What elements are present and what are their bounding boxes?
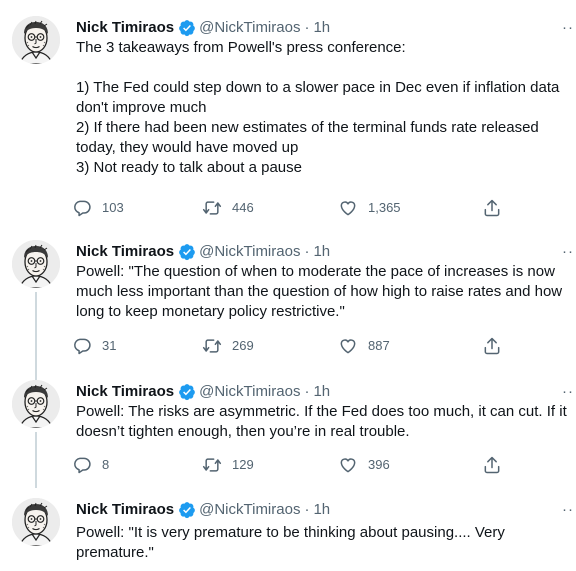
tweet-text: Powell: The risks are asymmetric. If the… xyxy=(76,403,571,440)
tweet-header: Nick Timiraos @NickTimiraos · 1h xyxy=(76,18,330,38)
verified-badge-icon xyxy=(179,502,195,519)
tweet-actions: 8 129 396 xyxy=(72,453,512,477)
tweet-time[interactable]: 1h xyxy=(313,18,330,38)
retweet-count: 129 xyxy=(232,457,254,472)
separator: · xyxy=(304,501,310,518)
share-icon xyxy=(484,199,500,217)
more-options-icon[interactable]: ·· xyxy=(562,500,574,520)
avatar-portrait xyxy=(12,498,60,546)
retweet-icon xyxy=(202,201,222,215)
author-name[interactable]: Nick Timiraos xyxy=(76,382,174,402)
avatar[interactable] xyxy=(12,380,60,428)
share-button[interactable] xyxy=(482,196,512,220)
retweet-count: 269 xyxy=(232,338,254,353)
avatar-portrait xyxy=(12,16,60,64)
tweet-time[interactable]: 1h xyxy=(313,242,330,262)
like-button[interactable]: 1,365 xyxy=(338,196,401,220)
more-options-icon[interactable]: ·· xyxy=(562,18,574,38)
heart-icon xyxy=(340,458,356,473)
verified-badge-icon xyxy=(179,20,195,37)
reply-button[interactable]: 103 xyxy=(72,196,124,220)
tweet-header: Nick Timiraos @NickTimiraos · 1h xyxy=(76,500,330,520)
reply-count: 31 xyxy=(102,338,117,353)
avatar[interactable] xyxy=(12,240,60,288)
avatar-portrait xyxy=(12,380,60,428)
reply-icon xyxy=(74,338,91,355)
reply-button[interactable]: 8 xyxy=(72,453,109,477)
like-count: 887 xyxy=(368,338,390,353)
tweet-text: Powell: "The question of when to moderat… xyxy=(76,263,567,320)
tweet-header: Nick Timiraos @NickTimiraos · 1h xyxy=(76,382,330,402)
retweet-count: 446 xyxy=(232,200,254,215)
avatar[interactable] xyxy=(12,16,60,64)
heart-icon xyxy=(340,339,356,354)
author-handle[interactable]: @NickTimiraos xyxy=(199,18,300,38)
retweet-button[interactable]: 129 xyxy=(202,453,254,477)
retweet-icon xyxy=(202,458,222,472)
reply-icon xyxy=(74,200,91,217)
separator: · xyxy=(304,243,310,260)
verified-badge-icon xyxy=(179,384,195,401)
tweet-text: The 3 takeaways from Powell's press conf… xyxy=(76,39,560,176)
tweet-time[interactable]: 1h xyxy=(313,382,330,402)
author-name[interactable]: Nick Timiraos xyxy=(76,242,174,262)
heart-icon xyxy=(340,201,356,216)
more-options-icon[interactable]: ·· xyxy=(562,242,574,262)
reply-button[interactable]: 31 xyxy=(72,334,116,358)
like-button[interactable]: 887 xyxy=(338,334,390,358)
tweet-actions: 103 446 1,365 xyxy=(72,196,512,220)
separator: · xyxy=(304,19,310,36)
tweet-actions: 31 269 887 xyxy=(72,334,512,358)
verified-badge-icon xyxy=(179,244,195,261)
separator: · xyxy=(304,383,310,400)
reply-count: 8 xyxy=(102,457,110,472)
share-button[interactable] xyxy=(482,334,512,358)
retweet-button[interactable]: 269 xyxy=(202,334,254,358)
author-name[interactable]: Nick Timiraos xyxy=(76,18,174,38)
share-button[interactable] xyxy=(482,453,512,477)
tweet-text: Powell: "It is very premature to be thin… xyxy=(76,524,510,561)
thread-line xyxy=(35,432,37,488)
like-count: 396 xyxy=(368,457,390,472)
tweet-header: Nick Timiraos @NickTimiraos · 1h xyxy=(76,242,330,262)
reply-count: 103 xyxy=(102,200,124,215)
retweet-button[interactable]: 446 xyxy=(202,196,254,220)
author-handle[interactable]: @NickTimiraos xyxy=(199,382,300,402)
avatar[interactable] xyxy=(12,498,60,546)
share-icon xyxy=(484,456,500,474)
like-count: 1,365 xyxy=(368,200,401,215)
author-name[interactable]: Nick Timiraos xyxy=(76,500,174,520)
thread-line xyxy=(35,292,37,382)
reply-icon xyxy=(74,457,91,474)
more-options-icon[interactable]: ·· xyxy=(562,382,574,402)
share-icon xyxy=(484,337,500,355)
avatar-portrait xyxy=(12,240,60,288)
author-handle[interactable]: @NickTimiraos xyxy=(199,500,300,520)
author-handle[interactable]: @NickTimiraos xyxy=(199,242,300,262)
like-button[interactable]: 396 xyxy=(338,453,390,477)
retweet-icon xyxy=(202,339,222,353)
tweet-time[interactable]: 1h xyxy=(313,500,330,520)
